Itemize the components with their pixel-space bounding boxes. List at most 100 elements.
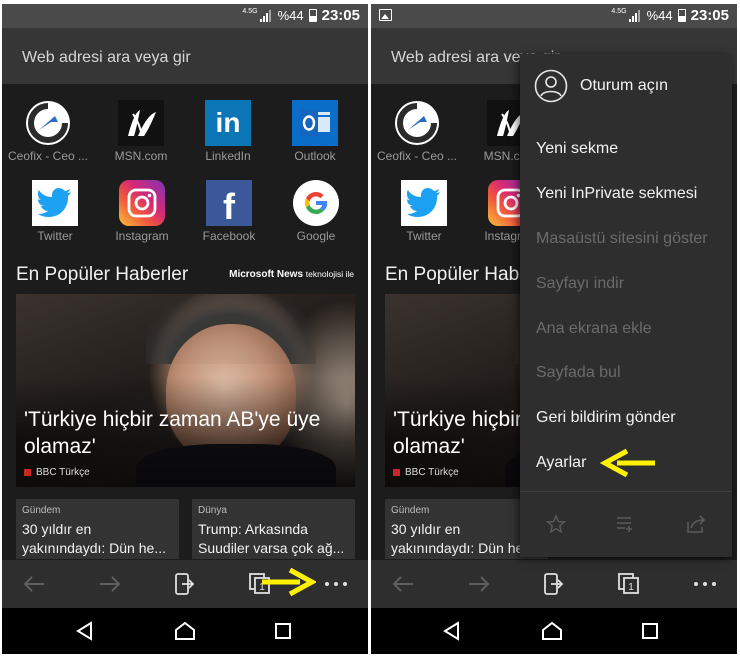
google-logo-icon: [293, 180, 339, 226]
nav-back-icon[interactable]: [70, 616, 100, 646]
news-card[interactable]: Gündem 30 yıldır en yakınındaydı: Dün he…: [16, 499, 179, 559]
send-to-pc-icon[interactable]: [533, 560, 573, 608]
tile-linkedin[interactable]: in LinkedIn: [184, 100, 272, 163]
nav-recents-icon[interactable]: [268, 616, 298, 646]
tile-facebook[interactable]: f Facebook: [185, 180, 273, 243]
status-bar: 4.5G %44 23:05: [2, 4, 368, 28]
forward-arrow-icon[interactable]: [90, 560, 130, 608]
back-arrow-icon[interactable]: [14, 560, 54, 608]
bbc-logo-icon: [393, 469, 400, 476]
menu-item-new-tab[interactable]: Yeni sekme: [536, 134, 732, 164]
news-credit: Microsoft News teknolojisi ile: [229, 269, 354, 280]
news-header: En Popüler Haberler Microsoft News tekno…: [16, 262, 354, 286]
more-icon[interactable]: [316, 560, 356, 608]
bbc-logo-icon: [24, 469, 31, 476]
tile-label: Twitter: [37, 229, 73, 243]
annotation-arrow-icon: [262, 567, 316, 597]
tile-label: LinkedIn: [205, 149, 251, 163]
hero-source-label: BBC Türkçe: [405, 467, 459, 478]
tile-label: Facebook: [202, 229, 256, 243]
network-type: 4.5G: [611, 8, 627, 15]
forward-arrow-icon[interactable]: [459, 560, 499, 608]
news-section-title: En Popüler Haberler: [16, 264, 189, 285]
menu-icon-row: [520, 509, 732, 539]
nav-home-icon[interactable]: [537, 616, 567, 646]
address-bar[interactable]: Web adresi ara veya gir: [2, 28, 368, 84]
menu-item-download-page: Sayfayı indir: [536, 275, 625, 292]
android-nav-bar: [371, 608, 737, 654]
send-to-pc-icon[interactable]: [164, 560, 204, 608]
twitter-logo-icon: [401, 180, 447, 226]
clock: 23:05: [321, 7, 360, 24]
menu-item-send-feedback[interactable]: Geri bildirim gönder: [536, 403, 732, 433]
network-type: 4.5G: [242, 8, 258, 15]
hero-news-card[interactable]: 'Türkiye hiçbir zaman AB'ye üye olamaz' …: [16, 294, 355, 487]
nav-back-icon[interactable]: [437, 616, 467, 646]
msn-logo-icon: [118, 100, 164, 146]
tile-ceofix[interactable]: Ceofix - Ceo ...: [4, 100, 92, 163]
tile-label: Twitter: [406, 229, 442, 243]
signal-icon: [259, 9, 273, 22]
menu-divider: [520, 491, 732, 492]
more-icon[interactable]: [685, 560, 725, 608]
hero-source-label: BBC Türkçe: [36, 467, 90, 478]
menu-item-add-to-home: Ana ekrana ekle: [536, 320, 652, 337]
menu-item-new-inprivate-tab[interactable]: Yeni InPrivate sekmesi: [536, 179, 732, 209]
ceofix-logo-icon: [25, 100, 71, 146]
battery-percent: %44: [277, 8, 304, 23]
tile-label: Ceofix - Ceo ...: [7, 149, 89, 163]
tile-label: Ceofix - Ceo ...: [376, 149, 458, 163]
star-icon[interactable]: [538, 509, 574, 539]
news-credit-brand: Microsoft News: [229, 269, 304, 280]
tile-label: Instagram: [115, 229, 169, 243]
overflow-menu: Oturum açın Yeni sekme Yeni InPrivate se…: [520, 54, 732, 557]
account-icon: [534, 69, 568, 103]
linkedin-logo-icon: in: [205, 100, 251, 146]
tile-label: Outlook: [294, 149, 336, 163]
tile-ceofix[interactable]: Ceofix - Ceo ...: [373, 100, 461, 163]
nav-recents-icon[interactable]: [635, 616, 665, 646]
facebook-logo-icon: f: [206, 180, 252, 227]
tabs-icon[interactable]: 1: [609, 560, 649, 608]
battery-percent: %44: [646, 8, 673, 23]
signal-icon: [628, 9, 642, 22]
back-arrow-icon[interactable]: [383, 560, 423, 608]
address-bar-placeholder: Web adresi ara veya gir: [22, 49, 191, 66]
share-icon[interactable]: [678, 509, 714, 539]
sign-in-item[interactable]: Oturum açın: [534, 66, 732, 106]
battery-icon: [308, 9, 317, 22]
sign-in-label: Oturum açın: [580, 77, 669, 94]
hero-source: BBC Türkçe: [24, 467, 90, 478]
instagram-logo-icon: [119, 180, 165, 226]
tile-twitter[interactable]: Twitter: [11, 180, 99, 243]
hero-source: BBC Türkçe: [393, 467, 459, 478]
tile-label: MSN.com: [114, 149, 168, 163]
news-credit-suffix: teknolojisi ile: [305, 269, 354, 279]
nav-home-icon[interactable]: [170, 616, 200, 646]
news-card-category: Dünya: [198, 505, 227, 516]
annotation-arrow-icon: [599, 448, 655, 478]
tile-outlook[interactable]: Outlook: [271, 100, 359, 163]
clock: 23:05: [690, 7, 729, 24]
image-notification-icon: [379, 9, 392, 21]
ceofix-logo-icon: [394, 100, 440, 146]
twitter-logo-icon: [32, 180, 78, 226]
tile-instagram[interactable]: Instagram: [98, 180, 186, 243]
menu-item-desktop-site: Masaüstü sitesini göster: [536, 230, 708, 247]
tabs-count: 1: [628, 582, 634, 593]
browser-toolbar: 1: [371, 560, 737, 608]
reading-list-icon[interactable]: [608, 509, 644, 539]
android-nav-bar: [2, 608, 368, 654]
hero-headline: 'Türkiye hiçbir zaman AB'ye üye olamaz': [24, 408, 321, 458]
news-card-text: 30 yıldır en yakınındaydı: Dün he...: [22, 521, 166, 556]
news-card-category: Gündem: [22, 505, 61, 516]
news-card[interactable]: Dünya Trump: Arkasında Suudiler varsa ço…: [192, 499, 355, 559]
tile-twitter[interactable]: Twitter: [380, 180, 468, 243]
browser-screen-home: 4.5G %44 23:05 Web adresi ara veya gir C…: [2, 4, 368, 654]
news-card-text: Trump: Arkasında Suudiler varsa çok ağ..…: [198, 521, 345, 556]
tile-msn[interactable]: MSN.com: [97, 100, 185, 163]
tile-label: Google: [296, 229, 336, 243]
battery-icon: [677, 9, 686, 22]
tile-google[interactable]: Google: [272, 180, 360, 243]
menu-item-find-in-page: Sayfada bul: [536, 364, 621, 381]
